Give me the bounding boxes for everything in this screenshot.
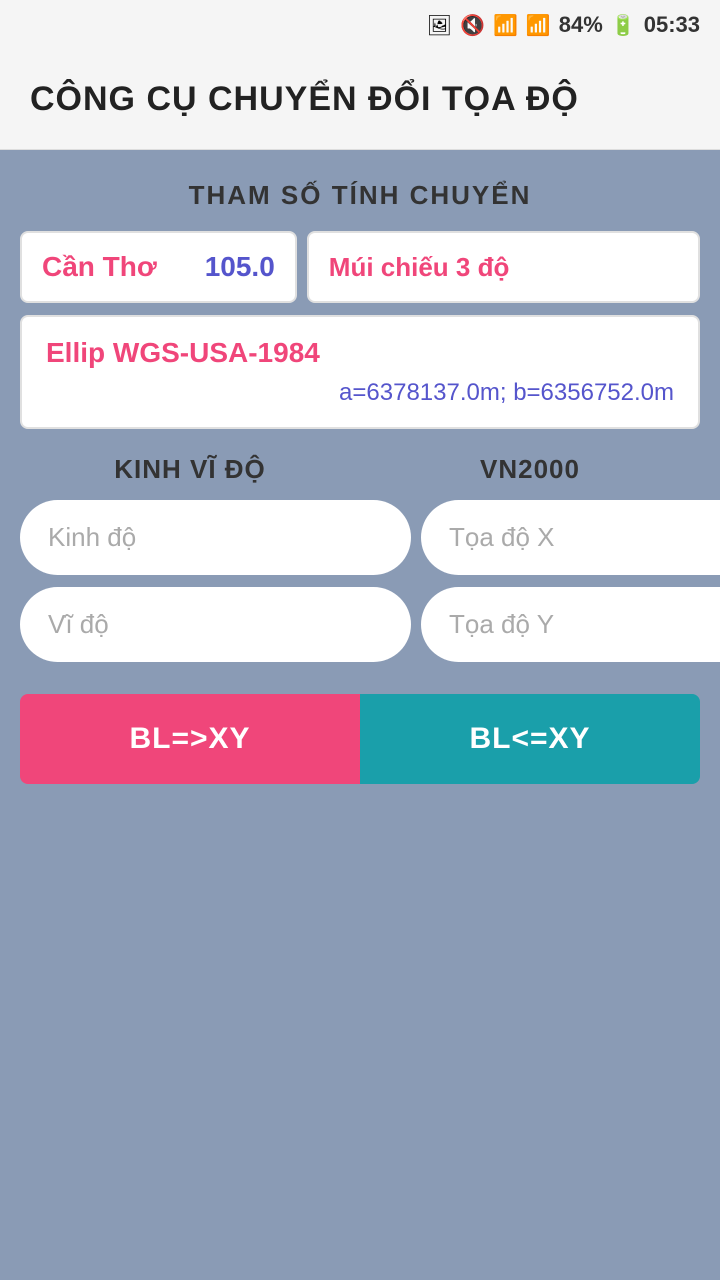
main-content: THAM SỐ TÍNH CHUYỂN Cần Thơ 105.0 Múi ch… (0, 150, 720, 1280)
city-selector[interactable]: Cần Thơ 105.0 (20, 231, 297, 303)
section-label: THAM SỐ TÍNH CHUYỂN (189, 180, 532, 211)
ellip-params: a=6378137.0m; b=6356752.0m (46, 379, 674, 407)
status-icons: 🖼 🔇 📶 📶 84% 🔋 05:33 (427, 12, 700, 38)
mute-icon: 🔇 (460, 13, 485, 38)
input-row-1 (20, 500, 700, 575)
toa-do-x-input[interactable] (421, 500, 720, 575)
city-name: Cần Thơ (42, 251, 157, 283)
ellip-box[interactable]: Ellip WGS-USA-1984 a=6378137.0m; b=63567… (20, 315, 700, 429)
input-row-2 (20, 587, 700, 662)
col-header-left: KINH VĨ ĐỘ (20, 454, 360, 485)
battery-icon: 🔋 (611, 13, 636, 38)
toa-do-y-input[interactable] (421, 587, 720, 662)
mui-chieu-selector[interactable]: Múi chiếu 3 độ (307, 231, 700, 303)
col-header-right: VN2000 (360, 454, 700, 485)
wifi-icon: 📶 (493, 13, 518, 38)
ellip-title: Ellip WGS-USA-1984 (46, 337, 674, 369)
battery-level: 84% (559, 12, 603, 38)
param-row: Cần Thơ 105.0 Múi chiếu 3 độ (20, 231, 700, 303)
city-value: 105.0 (205, 251, 275, 283)
bl-to-xy-button[interactable]: BL=>XY (20, 694, 360, 784)
kinh-do-input[interactable] (20, 500, 411, 575)
status-bar: 🖼 🔇 📶 📶 84% 🔋 05:33 (0, 0, 720, 50)
app-title: CÔNG CỤ CHUYỂN ĐỔI TỌA ĐỘ (30, 80, 579, 119)
xy-to-bl-button[interactable]: BL<=XY (360, 694, 700, 784)
app-bar: CÔNG CỤ CHUYỂN ĐỔI TỌA ĐỘ (0, 50, 720, 150)
vi-do-input[interactable] (20, 587, 411, 662)
image-icon: 🖼 (427, 13, 452, 38)
signal-icon: 📶 (526, 13, 551, 38)
time-display: 05:33 (644, 12, 700, 38)
action-row: BL=>XY BL<=XY (20, 694, 700, 784)
mui-chieu-label: Múi chiếu 3 độ (329, 252, 510, 283)
column-headers: KINH VĨ ĐỘ VN2000 (20, 454, 700, 485)
